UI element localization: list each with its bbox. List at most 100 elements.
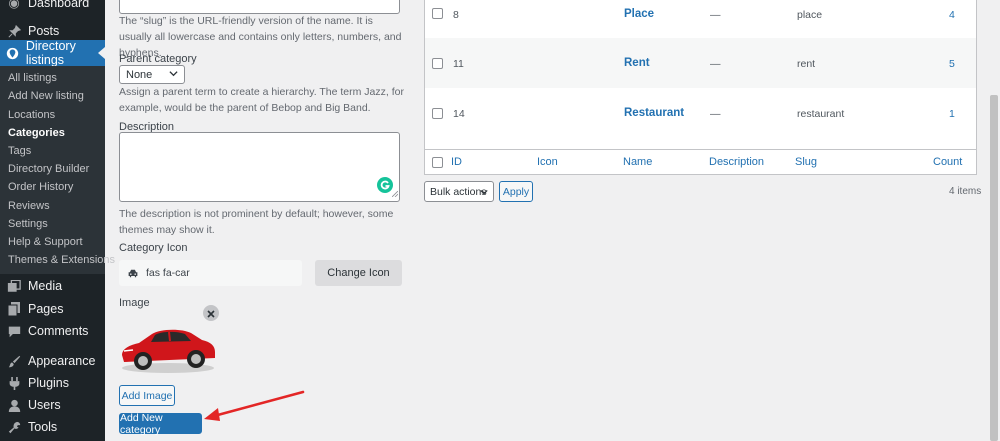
slug-input[interactable] — [119, 0, 400, 14]
cell-count[interactable]: 1 — [949, 108, 955, 120]
cell-id: 11 — [453, 58, 464, 70]
row-checkbox[interactable] — [432, 108, 443, 119]
parent-category-select[interactable]: None — [119, 65, 185, 84]
add-image-button[interactable]: Add Image — [119, 385, 175, 406]
menu-tools[interactable]: Tools — [0, 416, 105, 438]
submenu-categories[interactable]: Categories — [8, 127, 65, 139]
menu-directory-listings[interactable]: Directory listings — [0, 39, 105, 67]
image-label: Image — [119, 297, 150, 309]
column-name[interactable]: Name — [623, 156, 652, 168]
menu-pages[interactable]: Pages — [0, 298, 105, 320]
chevron-down-icon — [169, 69, 178, 81]
scrollbar-thumb[interactable] — [990, 95, 998, 441]
cell-description: — — [710, 58, 721, 70]
menu-pages-label: Pages — [28, 302, 64, 316]
media-icon — [6, 278, 22, 294]
cell-name[interactable]: Restaurant — [624, 107, 684, 119]
cell-id: 14 — [453, 108, 465, 120]
menu-directory-listings-label: Directory listings — [25, 39, 76, 67]
category-icon-value: fas fa-car — [146, 267, 190, 279]
column-id[interactable]: ID — [451, 156, 462, 168]
close-icon — [207, 306, 215, 321]
cell-slug: rent — [797, 58, 816, 70]
plug-icon — [6, 375, 22, 391]
resize-handle-icon[interactable] — [391, 185, 399, 200]
menu-appearance[interactable]: Appearance — [0, 350, 105, 372]
add-new-category-button[interactable]: Add New category — [119, 412, 202, 436]
table-row: 14 Restaurant — restaurant 1 — [425, 88, 976, 138]
categories-table: 8 Place — place 4 11 Rent — rent 5 14 Re… — [424, 0, 977, 175]
select-all-checkbox[interactable] — [432, 157, 443, 168]
submenu-all-listings[interactable]: All listings — [8, 72, 57, 84]
paintbrush-icon — [6, 353, 22, 369]
chevron-down-icon — [480, 187, 488, 199]
menu-comments-label: Comments — [28, 324, 89, 338]
category-icon-preview: fas fa-car — [119, 260, 302, 286]
bulk-actions-value: Bulk actions — [430, 185, 487, 198]
parent-category-value: None — [126, 68, 153, 81]
directory-submenu: All listings Add New listing Locations C… — [0, 66, 115, 274]
submenu-help-support[interactable]: Help & Support — [8, 236, 83, 248]
pushpin-icon — [6, 23, 22, 39]
items-count: 4 items — [949, 186, 982, 197]
menu-users-label: Users — [28, 398, 61, 412]
parent-category-label: Parent category — [119, 53, 197, 65]
column-description[interactable]: Description — [709, 156, 764, 168]
category-image — [119, 318, 217, 376]
directory-icon — [6, 45, 20, 61]
menu-posts-label: Posts — [28, 24, 60, 38]
description-textarea[interactable] — [119, 132, 400, 202]
bulk-actions-select[interactable]: Bulk actions — [424, 181, 494, 202]
submenu-tags[interactable]: Tags — [8, 145, 31, 157]
column-slug[interactable]: Slug — [795, 156, 817, 168]
menu-tools-label: Tools — [28, 420, 58, 434]
users-icon — [6, 397, 22, 413]
menu-dashboard[interactable]: ◉ Dashboard — [0, 0, 105, 14]
column-icon[interactable]: Icon — [537, 156, 558, 168]
menu-media[interactable]: Media — [0, 275, 105, 297]
row-checkbox[interactable] — [432, 8, 443, 19]
menu-media-label: Media — [28, 279, 63, 293]
cell-count[interactable]: 5 — [949, 58, 955, 70]
pages-icon — [6, 301, 22, 317]
menu-comments[interactable]: Comments — [0, 320, 105, 342]
table-row: 8 Place — place 4 — [425, 0, 976, 39]
cell-name[interactable]: Rent — [624, 57, 650, 69]
table-footer-header: ID Icon Name Description Slug Count — [425, 149, 976, 174]
cell-description: — — [710, 9, 721, 21]
comments-icon — [6, 323, 22, 339]
admin-sidebar: ◉ Dashboard Posts Directory listings All… — [0, 0, 115, 441]
menu-appearance-label: Appearance — [28, 354, 96, 368]
category-icon-label: Category Icon — [119, 242, 188, 254]
wrench-icon — [6, 419, 22, 435]
car-icon — [128, 269, 138, 278]
table-row: 11 Rent — rent 5 — [425, 38, 976, 88]
menu-users[interactable]: Users — [0, 394, 105, 416]
submenu-order-history[interactable]: Order History — [8, 181, 73, 193]
parent-category-description: Assign a parent term to create a hierarc… — [119, 86, 404, 114]
annotation-arrow — [200, 390, 306, 424]
remove-image-button[interactable] — [203, 305, 219, 321]
cell-description: — — [710, 108, 721, 120]
submenu-settings[interactable]: Settings — [8, 218, 48, 230]
menu-plugins-label: Plugins — [28, 376, 69, 390]
description-help: The description is not prominent by defa… — [119, 208, 394, 236]
cell-slug: restaurant — [797, 108, 845, 120]
row-checkbox[interactable] — [432, 58, 443, 69]
submenu-add-new-listing[interactable]: Add New listing — [8, 90, 84, 102]
cell-name[interactable]: Place — [624, 8, 654, 20]
dashboard-icon: ◉ — [8, 0, 20, 10]
submenu-directory-builder[interactable]: Directory Builder — [8, 163, 89, 175]
cell-slug: place — [797, 9, 823, 21]
submenu-reviews[interactable]: Reviews — [8, 200, 50, 212]
menu-plugins[interactable]: Plugins — [0, 372, 105, 394]
apply-button[interactable]: Apply — [499, 181, 533, 202]
change-icon-button[interactable]: Change Icon — [315, 260, 402, 286]
column-count[interactable]: Count — [933, 156, 962, 168]
grammarly-icon[interactable] — [377, 177, 393, 196]
submenu-locations[interactable]: Locations — [8, 109, 55, 121]
cell-count[interactable]: 4 — [949, 9, 955, 21]
menu-dashboard-label: Dashboard — [28, 0, 90, 10]
submenu-themes-extensions[interactable]: Themes & Extensions — [8, 254, 115, 266]
cell-id: 8 — [453, 9, 459, 21]
